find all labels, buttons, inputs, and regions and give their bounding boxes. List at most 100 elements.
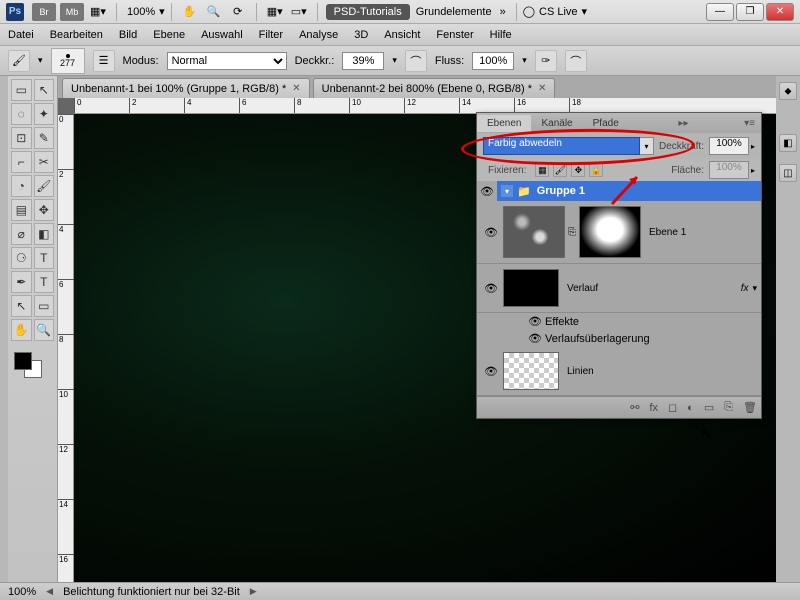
tool-3d-camera[interactable]: ▭: [34, 295, 55, 317]
blend-mode-select[interactable]: Normal: [167, 52, 287, 70]
tab-kanaele[interactable]: Kanäle: [531, 115, 582, 132]
tool-stamp[interactable]: ◔: [11, 175, 32, 197]
chevron-down-icon[interactable]: ▾: [640, 137, 654, 155]
color-swatches[interactable]: [10, 350, 55, 380]
tool-marquee[interactable]: ▭: [11, 79, 32, 101]
menu-fenster[interactable]: Fenster: [436, 29, 473, 41]
chevron-down-icon[interactable]: ▾: [159, 5, 165, 18]
tool-pen[interactable]: ⚆: [11, 247, 32, 269]
menu-bearbeiten[interactable]: Bearbeiten: [50, 29, 103, 41]
tool-hand[interactable]: ✋: [11, 319, 32, 341]
lock-transparency-icon[interactable]: ▦: [535, 163, 549, 177]
layer-thumbnail[interactable]: [503, 269, 559, 307]
layer-mask-icon[interactable]: ◻: [668, 401, 677, 414]
effect-item[interactable]: 👁 Verlaufsüberlagerung: [477, 330, 761, 347]
tool-gradient[interactable]: ✥: [34, 199, 55, 221]
close-icon[interactable]: ✕: [292, 83, 300, 94]
arrange-docs-icon[interactable]: ▦▾: [266, 3, 284, 21]
layer-row[interactable]: 👁 ⎘ Ebene 1: [477, 201, 761, 264]
tab-pfade[interactable]: Pfade: [583, 115, 629, 132]
flow-input[interactable]: [472, 52, 514, 70]
lock-pixels-icon[interactable]: 🖌: [553, 163, 567, 177]
dock-icon[interactable]: ◧: [779, 134, 797, 152]
chevron-right-icon[interactable]: ▸: [751, 166, 755, 175]
menu-ansicht[interactable]: Ansicht: [384, 29, 420, 41]
fill-input[interactable]: 100%: [709, 161, 749, 179]
new-group-icon[interactable]: ▭: [704, 401, 714, 414]
lock-position-icon[interactable]: ✥: [571, 163, 585, 177]
zoom-level[interactable]: 100%: [127, 6, 155, 18]
tab-ebenen[interactable]: Ebenen: [477, 115, 531, 132]
menu-hilfe[interactable]: Hilfe: [490, 29, 512, 41]
workspace-psdtutorials[interactable]: PSD-Tutorials: [326, 4, 410, 20]
layer-style-icon[interactable]: fx: [649, 402, 658, 414]
layer-name[interactable]: Ebene 1: [649, 227, 757, 238]
close-button[interactable]: ✕: [766, 3, 794, 21]
layer-mask-thumbnail[interactable]: [579, 206, 641, 258]
visibility-toggle[interactable]: 👁: [481, 365, 501, 378]
panel-menu-icon[interactable]: ▾≡: [738, 118, 761, 129]
doc-tab-2[interactable]: Unbenannt-2 bei 800% (Ebene 0, RGB/8) *✕: [313, 78, 556, 98]
nav-prev-icon[interactable]: ◀: [46, 586, 53, 597]
menu-filter[interactable]: Filter: [259, 29, 283, 41]
tool-history-brush[interactable]: 🖌: [34, 175, 55, 197]
tool-lasso[interactable]: ◌: [11, 103, 32, 125]
opacity-input[interactable]: [342, 52, 384, 70]
opacity-input[interactable]: 100%: [709, 137, 749, 155]
screen-mode-icon[interactable]: ▦▾: [89, 3, 107, 21]
brush-preset-picker[interactable]: 277: [51, 48, 85, 74]
tablet-pressure-size-icon[interactable]: ⌒: [565, 50, 587, 72]
status-zoom[interactable]: 100%: [8, 586, 36, 598]
layer-thumbnail[interactable]: [503, 352, 559, 390]
brush-panel-icon[interactable]: ☰: [93, 50, 115, 72]
zoom-tool-icon[interactable]: 🔍: [205, 3, 223, 21]
workspace-grundelemente[interactable]: Grundelemente: [416, 6, 492, 18]
fx-toggle-icon[interactable]: ▾: [752, 283, 757, 294]
tool-heal[interactable]: ⌐: [11, 151, 32, 173]
mask-link-icon[interactable]: ⎘: [567, 227, 577, 238]
menu-ebene[interactable]: Ebene: [153, 29, 185, 41]
bridge-badge[interactable]: Br: [32, 3, 56, 21]
close-icon[interactable]: ✕: [538, 83, 546, 94]
adjustment-layer-icon[interactable]: ◐: [687, 402, 694, 414]
layer-name[interactable]: Linien: [567, 366, 757, 377]
tool-shape[interactable]: T: [34, 271, 55, 293]
screen-layout-icon[interactable]: ▭▾: [290, 3, 308, 21]
menu-3d[interactable]: 3D: [354, 29, 368, 41]
delete-layer-icon[interactable]: 🗑: [743, 401, 757, 414]
visibility-toggle[interactable]: 👁: [525, 332, 545, 345]
chevron-down-icon[interactable]: ▾: [582, 5, 588, 18]
foreground-swatch[interactable]: [14, 352, 32, 370]
menu-analyse[interactable]: Analyse: [299, 29, 338, 41]
cslive-button[interactable]: CS Live: [539, 6, 578, 18]
tool-dodge[interactable]: ◧: [34, 223, 55, 245]
tool-eyedropper[interactable]: ✎: [34, 127, 55, 149]
nav-next-icon[interactable]: ▶: [250, 586, 257, 597]
layer-row[interactable]: 👁 Verlauf fx ▾: [477, 264, 761, 313]
chevron-down-icon[interactable]: ▾: [392, 55, 397, 66]
layer-group-header[interactable]: ▾ 📁 Gruppe 1: [497, 181, 761, 201]
tool-brush[interactable]: ✂: [34, 151, 55, 173]
chevron-right-icon[interactable]: ▸: [751, 142, 755, 151]
tool-3d[interactable]: ↖: [11, 295, 32, 317]
tool-type[interactable]: T: [34, 247, 55, 269]
menu-bild[interactable]: Bild: [119, 29, 137, 41]
blend-mode-dropdown[interactable]: Farbig abwedeln: [483, 137, 640, 155]
visibility-toggle[interactable]: 👁: [525, 315, 545, 328]
dock-icon[interactable]: ◫: [779, 164, 797, 182]
fx-badge[interactable]: fx: [741, 283, 749, 294]
airbrush-icon[interactable]: ✑: [535, 50, 557, 72]
rotate-view-icon[interactable]: ⟳: [229, 3, 247, 21]
visibility-toggle[interactable]: 👁: [481, 226, 501, 239]
tool-eraser[interactable]: ▤: [11, 199, 32, 221]
tool-zoom[interactable]: 🔍: [34, 319, 55, 341]
hand-tool-icon[interactable]: ✋: [181, 3, 199, 21]
tool-crop[interactable]: ⊡: [11, 127, 32, 149]
chevrons-icon[interactable]: »: [500, 6, 506, 18]
menu-datei[interactable]: Datei: [8, 29, 34, 41]
link-layers-icon[interactable]: ⚯: [630, 401, 639, 414]
visibility-toggle[interactable]: 👁: [481, 282, 501, 295]
tool-blur[interactable]: ⌀: [11, 223, 32, 245]
tool-path-select[interactable]: ✒: [11, 271, 32, 293]
panel-collapse-icon[interactable]: ▸▸: [672, 118, 694, 129]
